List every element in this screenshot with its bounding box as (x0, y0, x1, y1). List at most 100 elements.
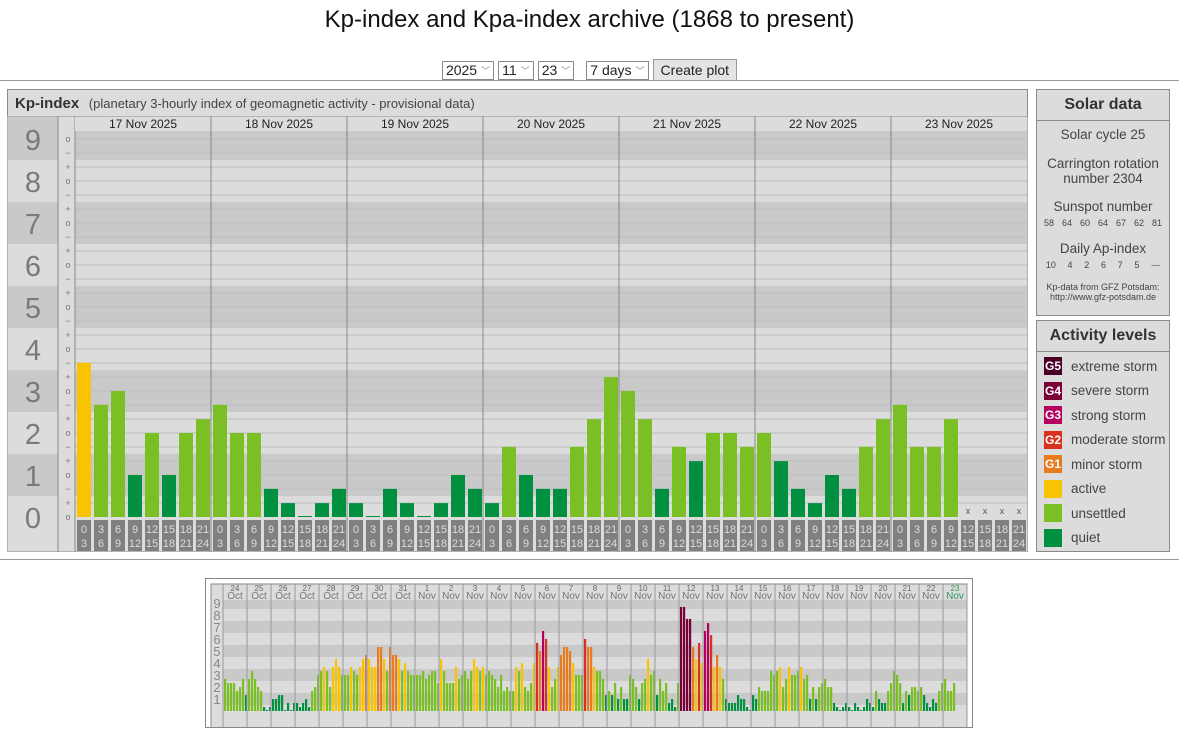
hour-label: 3 (625, 538, 631, 550)
mini-kp-bar (734, 702, 737, 711)
create-plot-button[interactable]: Create plot (652, 59, 738, 81)
y-minor-label: o (65, 344, 70, 354)
range-select[interactable]: 7 days ﹀ (586, 60, 649, 80)
y-minor-label: o (65, 470, 70, 480)
mini-kp-bar (323, 666, 326, 711)
kp-panel-subtitle: (planetary 3-hourly index of geomagnetic… (88, 96, 475, 111)
mini-kp-bar (887, 690, 890, 711)
day-label: 18 Nov 2025 (245, 117, 313, 131)
mini-month-label: Nov (514, 591, 532, 602)
hour-label: 9 (387, 538, 393, 550)
legend-swatch: G3 (1044, 406, 1062, 425)
mini-kp-bar (299, 707, 302, 711)
mini-kp-bar (716, 654, 719, 711)
mini-kp-bar (248, 678, 251, 711)
hour-label: 12 (265, 538, 277, 550)
kp-bar (536, 488, 550, 517)
mini-kp-bar (545, 639, 548, 711)
year-select[interactable]: 2025 ﹀ (441, 60, 495, 80)
day-label: 19 Nov 2025 (381, 117, 449, 131)
legend-swatch: G2 (1044, 430, 1062, 449)
hour-label: 3 (914, 524, 920, 536)
mini-kp-bar (785, 678, 788, 711)
mini-kp-bar (332, 666, 335, 711)
hour-label: 12 (673, 538, 685, 550)
mini-kp-bar (290, 710, 293, 711)
hour-label: 6 (778, 538, 784, 550)
hour-label: 15 (435, 524, 447, 536)
kp-chart: 0123456789+o+o−+o−+o−+o−+o−+o−+o−+o−o−17… (7, 116, 1028, 552)
kp-bar (366, 516, 380, 517)
hour-label: 21 (877, 524, 889, 536)
hour-label: 12 (962, 524, 974, 536)
hour-label: 3 (353, 538, 359, 550)
month-select[interactable]: 11 ﹀ (498, 60, 534, 80)
kp-bar (230, 433, 244, 517)
kp-bar (910, 446, 924, 517)
hour-label: 9 (115, 538, 121, 550)
y-major-label: 0 (25, 503, 41, 535)
mini-kp-bar (818, 687, 821, 711)
divider (0, 80, 1179, 81)
plot-controls: 2025 ﹀ 11 ﹀ 23 ﹀ 7 days ﹀ Create plot (0, 59, 1179, 81)
y-minor-label: − (65, 484, 70, 494)
kp-bar (298, 516, 312, 517)
mini-month-label: Oct (275, 591, 291, 602)
legend-label: active (1071, 481, 1107, 497)
mini-kp-bar (944, 678, 947, 711)
mini-kp-bar (587, 647, 590, 711)
hour-label: 21 (469, 524, 481, 536)
hour-label: 12 (690, 524, 702, 536)
hour-label: 9 (676, 524, 682, 536)
mini-kp-bar (521, 663, 524, 711)
mini-kp-bar (743, 699, 746, 711)
mini-kp-bar (494, 678, 497, 711)
y-minor-label: + (65, 288, 70, 298)
kp-bar (213, 404, 227, 517)
mini-kp-bar (929, 707, 932, 711)
mini-month-label: Nov (778, 591, 796, 602)
page-title: Kp-index and Kpa-index archive (1868 to … (324, 6, 855, 33)
y-major-label: 6 (25, 251, 41, 283)
mini-kp-bar (812, 687, 815, 711)
sunspot-value: 62 (1133, 218, 1144, 228)
mini-month-label: Nov (826, 591, 844, 602)
kp-bar (434, 503, 448, 517)
mini-kp-bar (590, 647, 593, 711)
hour-label: 15 (163, 524, 175, 536)
mini-kp-bar (728, 702, 731, 711)
sunspot-numbers: 58 64 60 64 67 62 81 (1037, 218, 1169, 228)
day-label: 22 Nov 2025 (789, 117, 857, 131)
hour-label: 6 (234, 538, 240, 550)
hour-label: 9 (404, 524, 410, 536)
kp-bar (94, 404, 108, 517)
hour-label: 3 (81, 538, 87, 550)
hour-label: 0 (489, 524, 495, 536)
y-minor-label: o (65, 386, 70, 396)
mini-kp-bar (779, 666, 782, 711)
source-link[interactable]: http://www.gfz-potsdam.de (1037, 292, 1169, 302)
hour-label: 0 (81, 524, 87, 536)
mini-kp-bar (329, 687, 332, 711)
mini-kp-bar (356, 675, 359, 711)
mini-kp-bar (353, 671, 356, 711)
range-value: 7 days (590, 62, 632, 78)
mini-month-label: Nov (682, 591, 700, 602)
hour-label: 18 (860, 524, 872, 536)
mini-kp-bar (401, 671, 404, 711)
mini-kp-bar (440, 659, 443, 711)
mini-kp-bar (359, 666, 362, 711)
kp-bar (927, 446, 941, 517)
mini-kp-bar (644, 678, 647, 711)
mini-kp-bar (884, 702, 887, 711)
mini-kp-bar (860, 710, 863, 711)
mini-month-label: Nov (658, 591, 676, 602)
mini-kp-bar (425, 678, 428, 711)
mini-month-label: Nov (610, 591, 628, 602)
day-select[interactable]: 23 ﹀ (537, 60, 575, 80)
kp-bar (876, 419, 890, 517)
hour-label: 21 (197, 524, 209, 536)
kp-bar (281, 503, 295, 517)
kp-bar (638, 419, 652, 517)
hour-label: 3 (217, 538, 223, 550)
